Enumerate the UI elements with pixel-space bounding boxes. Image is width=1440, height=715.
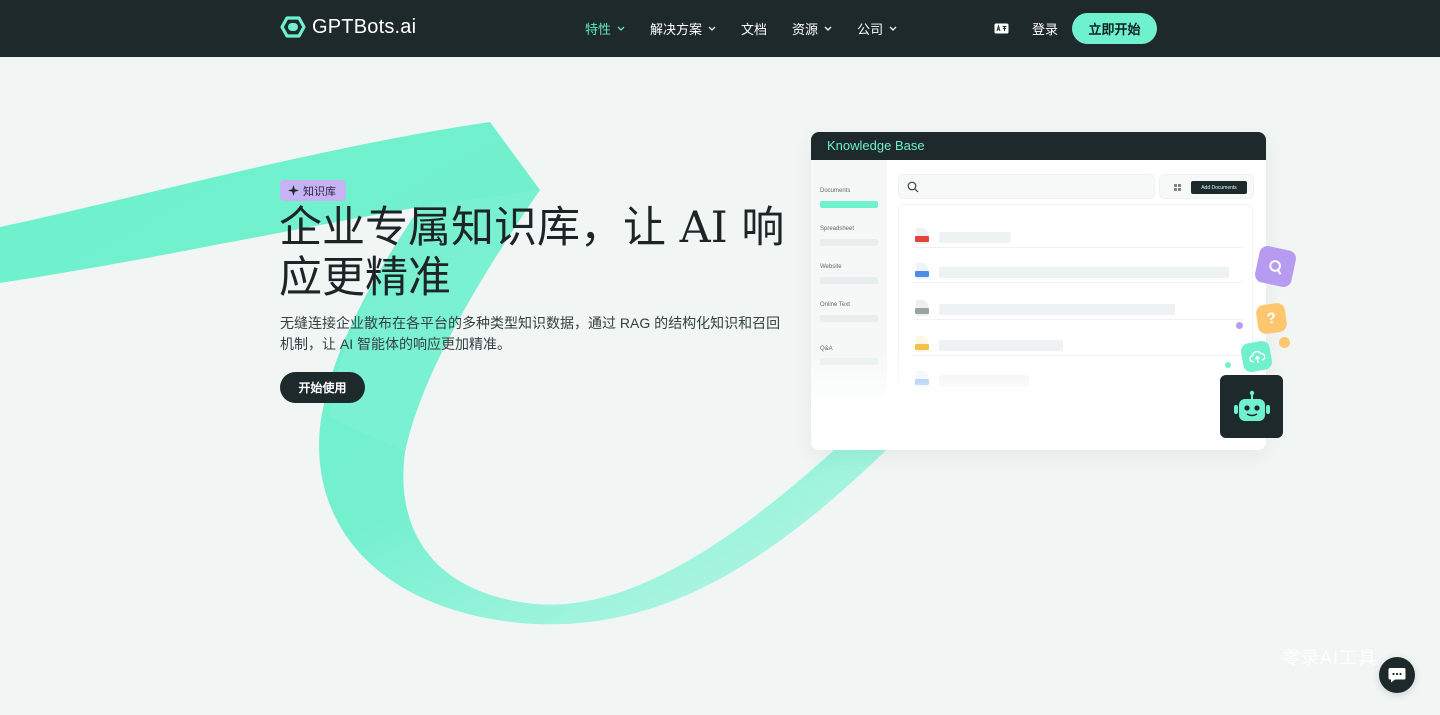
nav-item-docs[interactable]: 文档 [741, 19, 767, 38]
hero-title: 企业专属知识库，让 AI 响应更精准 [279, 203, 785, 303]
top-navbar: GPTBots.ai 特性 解决方案 文档 资源 公司 登录 立即开始 [0, 0, 1440, 57]
kb-file-name-placeholder [939, 232, 1011, 243]
floating-cloud-badge [1239, 339, 1274, 374]
kb-sidebar-active-bar [820, 201, 878, 208]
main-menu: 特性 解决方案 文档 资源 公司 [585, 19, 897, 38]
logo-mark-icon [280, 16, 306, 38]
robot-icon [1233, 390, 1270, 421]
kb-toolbar: Add Documents [1159, 174, 1254, 199]
kb-search-box [898, 174, 1155, 199]
kb-sidebar-item-spreadsheet: Spreadsheet [820, 226, 855, 232]
chevron-down-icon [617, 26, 625, 31]
xlsx-file-icon [915, 336, 929, 352]
chevron-down-icon [824, 26, 832, 31]
logo-text: GPTBots.ai [312, 15, 417, 38]
kb-sidebar-item-documents: Documents [820, 188, 851, 194]
chevron-down-icon [889, 26, 897, 31]
kb-sidebar-item-website: Website [820, 264, 842, 270]
chevron-down-icon [708, 26, 716, 31]
logo[interactable]: GPTBots.ai [280, 15, 416, 39]
nav-item-label: 资源 [792, 22, 819, 37]
nav-item-label: 文档 [741, 22, 768, 37]
question-icon: ? [1255, 302, 1288, 335]
txt-file-icon [915, 300, 929, 316]
get-started-button[interactable]: 立即开始 [1072, 13, 1157, 44]
language-icon[interactable] [994, 23, 1009, 34]
nav-item-label: 公司 [857, 22, 884, 37]
grid-view-icon [1174, 184, 1181, 191]
decorative-dot [1225, 362, 1231, 368]
kb-file-name-placeholder [939, 267, 1229, 278]
nav-item-company[interactable]: 公司 [857, 19, 897, 38]
nav-item-label: 解决方案 [650, 22, 703, 37]
robot-badge [1220, 375, 1283, 438]
hero-description: 无缝连接企业散布在各平台的多种类型知识数据，通过 RAG 的结构化知识和召回机制… [280, 315, 781, 352]
nav-item-features[interactable]: 特性 [585, 19, 625, 38]
kb-file-name-placeholder [939, 340, 1063, 351]
docx-file-icon [915, 263, 929, 279]
search-icon [1268, 259, 1281, 275]
feature-tag-label: 知识库 [303, 185, 336, 198]
pdf-file-icon [915, 228, 929, 244]
chat-bubble-icon [1388, 668, 1406, 683]
kb-file-row [913, 224, 1243, 248]
decorative-dot [1279, 337, 1290, 348]
nav-item-label: 特性 [585, 22, 612, 37]
chat-widget-button[interactable] [1379, 657, 1415, 693]
nav-item-solutions[interactable]: 解决方案 [650, 19, 716, 38]
kb-sidebar-bar [820, 277, 878, 284]
kb-sidebar-bar [820, 239, 878, 246]
add-documents-button: Add Documents [1191, 181, 1247, 194]
kb-file-row [913, 259, 1243, 283]
nav-item-resources[interactable]: 资源 [792, 19, 832, 38]
start-using-button[interactable]: 开始使用 [280, 372, 365, 403]
kb-file-name-placeholder [939, 304, 1175, 315]
login-link[interactable]: 登录 [1032, 19, 1058, 38]
kb-sidebar-bar [820, 315, 878, 322]
cloud-upload-icon [1248, 350, 1265, 363]
kb-sidebar-item-online-text: Online Text [820, 302, 850, 308]
kb-title: Knowledge Base [811, 132, 1266, 160]
kb-fade-overlay [811, 352, 1266, 450]
decorative-dot [1236, 322, 1243, 329]
feature-tag: 知识库 [280, 180, 346, 201]
watermark: 零录AI工具 [1282, 648, 1378, 668]
knowledge-base-mockup: Knowledge Base Documents Spreadsheet Web… [811, 132, 1266, 450]
kb-file-row [913, 296, 1243, 320]
floating-search-badge [1253, 244, 1298, 289]
search-icon [907, 181, 919, 193]
sparkle-icon [288, 185, 299, 196]
